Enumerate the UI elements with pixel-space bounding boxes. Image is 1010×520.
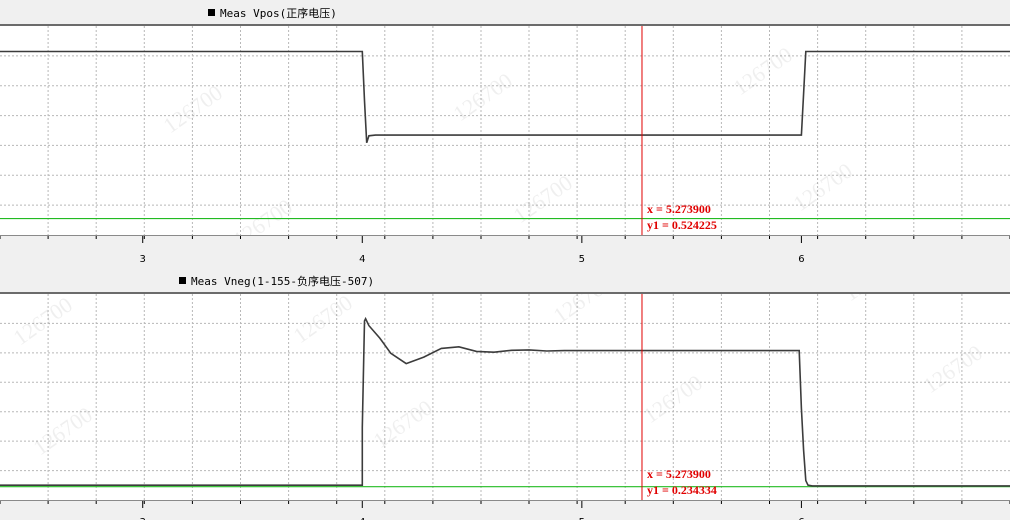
watermark-text: 126700	[919, 340, 987, 398]
watermark-text: 126700	[729, 42, 797, 100]
panel-1-x-axis: 3 4 5 6	[0, 235, 1010, 269]
panel-2-x-axis-ticks: 3456	[0, 501, 1010, 520]
x-tick-label: 3	[140, 254, 146, 265]
cursor-x-readout: x = 5.273900	[647, 467, 711, 481]
watermark-text: 126700	[289, 294, 357, 348]
series-line	[0, 316, 1010, 487]
watermark-text: 126700	[839, 294, 907, 306]
panel-1-chart[interactable]: 126700 126700 126700 126700 126700 126700 x = …	[0, 26, 1010, 235]
panel-1-title-bar: Meas Vpos(正序电压)	[0, 0, 1010, 26]
panel-2-plot[interactable]: 126700 126700 126700 126700 126700 126700 1267…	[0, 294, 1010, 500]
legend-square-icon	[179, 277, 186, 284]
watermark-text: 126700	[449, 68, 517, 126]
x-tick-label: 6	[798, 254, 804, 265]
cursor-y-readout: y1 = 0.524225	[647, 218, 717, 232]
panel-2-x-axis: 3456	[0, 500, 1010, 520]
x-tick-label: 4	[359, 254, 365, 265]
watermark-text: 126700	[159, 80, 227, 138]
panel-2-title-bar: Meas Vneg(1-155-负序电压-507)	[0, 268, 1010, 294]
series-line	[0, 50, 1010, 144]
panel-2-chart[interactable]: 126700 126700 126700126700 126700 1267001267…	[0, 294, 1010, 500]
panel-1-x-axis-ticks: 3 4 5 6	[0, 236, 1010, 265]
cursor-y-readout: y1 = 0.234334	[647, 483, 717, 497]
watermark-text: 126700	[9, 294, 77, 350]
watermark-text: 126700	[29, 402, 97, 460]
panel-2-title: Meas Vneg(1-155-负序电压-507)	[179, 273, 374, 289]
watermark-text: 126700	[509, 170, 577, 228]
watermark-text: 126700	[639, 370, 707, 428]
watermark-text: 126700	[549, 294, 617, 328]
panel-1-plot[interactable]: 126700 126700 126700 126700 126700 126700 x = …	[0, 26, 1010, 235]
panel-1-title: Meas Vpos(正序电压)	[208, 5, 337, 21]
cursor-x-readout: x = 5.273900	[647, 202, 711, 216]
panel-1-title-text: Meas Vpos(正序电压)	[220, 7, 337, 20]
grid	[0, 294, 1010, 500]
watermark-text: 126700	[369, 395, 437, 453]
x-tick-label: 5	[579, 254, 585, 265]
legend-square-icon	[208, 9, 215, 16]
grid	[0, 26, 1010, 235]
watermark-text: 126700	[229, 194, 297, 235]
watermark-text: 126700	[789, 158, 857, 216]
panel-2-title-text: Meas Vneg(1-155-负序电压-507)	[191, 275, 375, 288]
